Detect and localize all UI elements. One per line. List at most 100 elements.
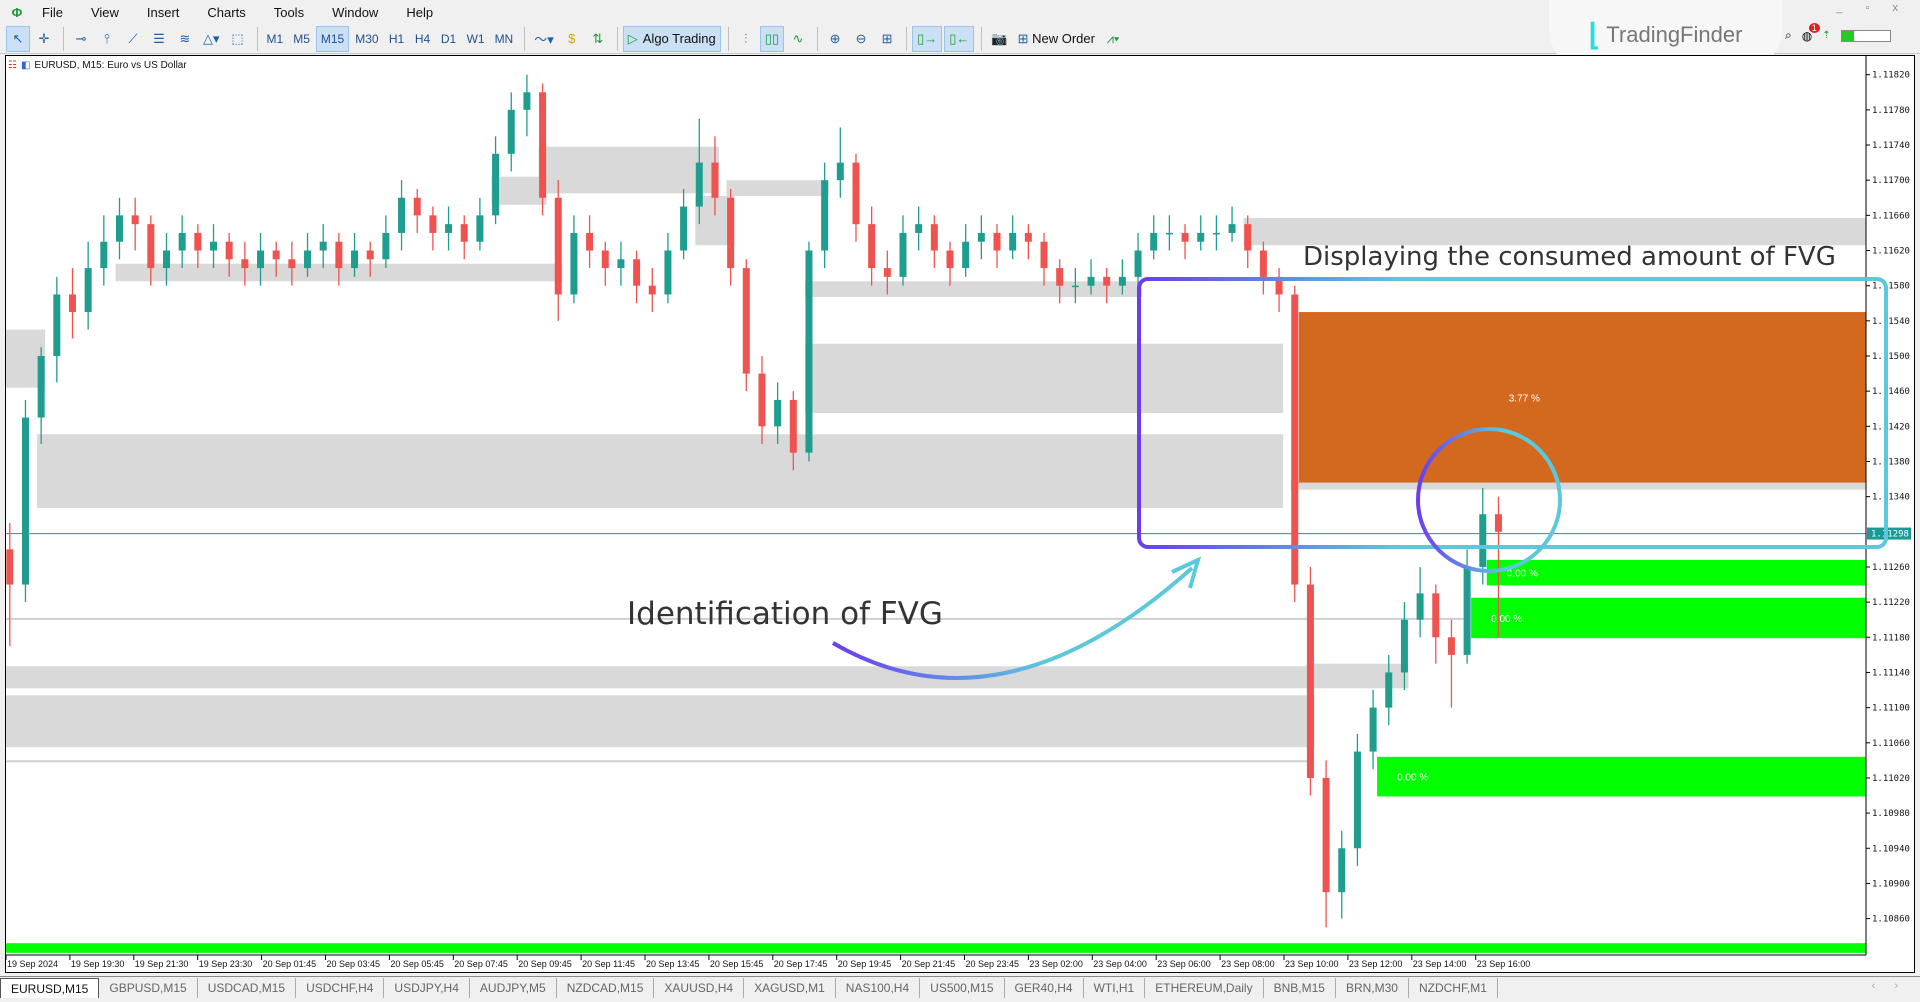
candle-body <box>1009 232 1017 251</box>
zone-box <box>726 180 829 197</box>
zone-box <box>1306 663 1409 689</box>
candle-body <box>210 241 218 251</box>
candle-body <box>37 355 45 418</box>
candle-body <box>523 92 531 110</box>
time-tick-label: 20 Sep 23:45 <box>966 959 1020 969</box>
candle-body <box>570 232 578 295</box>
price-tick-label: 1.11420 <box>1872 422 1910 432</box>
time-tick-label: 20 Sep 03:45 <box>327 959 381 969</box>
candle-body <box>413 197 421 216</box>
time-tick-label: 23 Sep 02:00 <box>1029 959 1083 969</box>
candle-body <box>304 250 312 269</box>
candle-body <box>178 232 186 251</box>
candle-body <box>774 399 782 427</box>
candle-body <box>163 250 170 269</box>
price-tick-label: 1.11540 <box>1872 317 1910 327</box>
zone-box <box>6 666 1315 689</box>
candle-body <box>977 232 985 242</box>
candle-body <box>993 232 1001 251</box>
time-tick-label: 20 Sep 15:45 <box>710 959 764 969</box>
candle-body <box>930 224 938 251</box>
candle-body <box>257 250 265 269</box>
candle-body <box>1447 637 1455 655</box>
time-tick-label: 23 Sep 14:00 <box>1413 959 1467 969</box>
candle-body <box>398 197 406 233</box>
candle-body <box>1385 672 1393 708</box>
zone-box <box>538 146 719 194</box>
candle-body <box>351 250 359 269</box>
candle-body <box>115 215 123 242</box>
candle-body <box>711 162 719 198</box>
time-tick-label: 20 Sep 21:45 <box>902 959 956 969</box>
time-tick-label: 23 Sep 10:00 <box>1285 959 1339 969</box>
candle-body <box>225 241 233 260</box>
candle-body <box>1244 224 1252 251</box>
candle-body <box>1197 232 1205 242</box>
candle-body <box>21 417 29 585</box>
candle-body <box>883 268 891 277</box>
time-tick-label: 19 Sep 21:30 <box>135 959 189 969</box>
candle-body <box>1040 241 1048 269</box>
candle-body <box>272 250 280 260</box>
time-tick-label: 20 Sep 01:45 <box>263 959 317 969</box>
price-tick-label: 1.11060 <box>1872 739 1910 749</box>
price-tick-label: 1.11340 <box>1872 493 1910 503</box>
time-tick-label: 20 Sep 17:45 <box>774 959 828 969</box>
candle-body <box>915 224 923 233</box>
time-tick-label: 19 Sep 23:30 <box>199 959 253 969</box>
candle-body <box>1118 276 1126 286</box>
price-tick-label: 1.11700 <box>1872 176 1910 186</box>
candle-body <box>429 215 437 233</box>
time-tick-label: 20 Sep 05:45 <box>390 959 444 969</box>
candle-body <box>460 224 468 242</box>
candle-body <box>1432 593 1440 638</box>
candle-body <box>836 162 844 181</box>
candle-body <box>758 373 766 427</box>
candle-body <box>805 250 813 453</box>
candle-body <box>554 197 562 295</box>
candle-body <box>366 250 374 260</box>
candle-body <box>1338 848 1346 893</box>
time-tick-label: 23 Sep 12:00 <box>1349 959 1403 969</box>
time-tick-label: 19 Sep 19:30 <box>71 959 125 969</box>
candle-body <box>962 241 970 269</box>
candle-body <box>868 224 876 269</box>
chart-title: ☷ ◧ EURUSD, M15: Euro vs US Dollar <box>8 60 187 71</box>
price-tick-label: 1.11580 <box>1872 282 1910 292</box>
candle-body <box>946 250 954 269</box>
annotation-consumed: Displaying the consumed amount of FVG <box>1303 242 1836 272</box>
fvg-box <box>1471 597 1866 639</box>
candle-body <box>335 241 343 269</box>
price-tick-label: 1.11220 <box>1872 598 1910 608</box>
price-tick-label: 1.11020 <box>1872 774 1910 784</box>
time-tick-label: 20 Sep 07:45 <box>454 959 508 969</box>
candle-body <box>601 250 609 269</box>
candle-body <box>1259 250 1267 277</box>
fvg-percent-label: 0.00 % <box>1397 773 1428 784</box>
zone-box <box>37 434 1284 509</box>
candle-body <box>1463 566 1471 655</box>
price-tick-label: 1.11180 <box>1872 633 1910 643</box>
candle-body <box>1134 250 1142 277</box>
price-chart[interactable]: 3.77 %0.00 %0.00 %0.00 % 1.118201.117801… <box>0 0 1920 1002</box>
candle-body <box>586 232 594 251</box>
fvg-percent-label: 3.77 % <box>1509 393 1540 404</box>
candle-body <box>617 259 625 269</box>
candle-body <box>1103 276 1111 286</box>
candle-body <box>131 215 139 225</box>
candle-body <box>6 549 14 585</box>
price-tick-label: 1.11140 <box>1872 668 1910 678</box>
price-tick-label: 1.11660 <box>1872 211 1910 221</box>
chart-list-icon: ☷ <box>8 60 17 71</box>
candle-body <box>476 215 484 242</box>
price-tick-label: 1.11460 <box>1872 387 1910 397</box>
time-tick-label: 20 Sep 09:45 <box>518 959 572 969</box>
candle-body <box>288 259 296 269</box>
time-tick-label: 23 Sep 08:00 <box>1221 959 1275 969</box>
candle-body <box>507 109 515 154</box>
candle-body <box>789 399 797 453</box>
price-tick-label: 1.11620 <box>1872 247 1910 257</box>
candle-body <box>1369 707 1377 752</box>
time-tick-label: 20 Sep 19:45 <box>838 959 892 969</box>
time-tick-label: 23 Sep 06:00 <box>1157 959 1211 969</box>
